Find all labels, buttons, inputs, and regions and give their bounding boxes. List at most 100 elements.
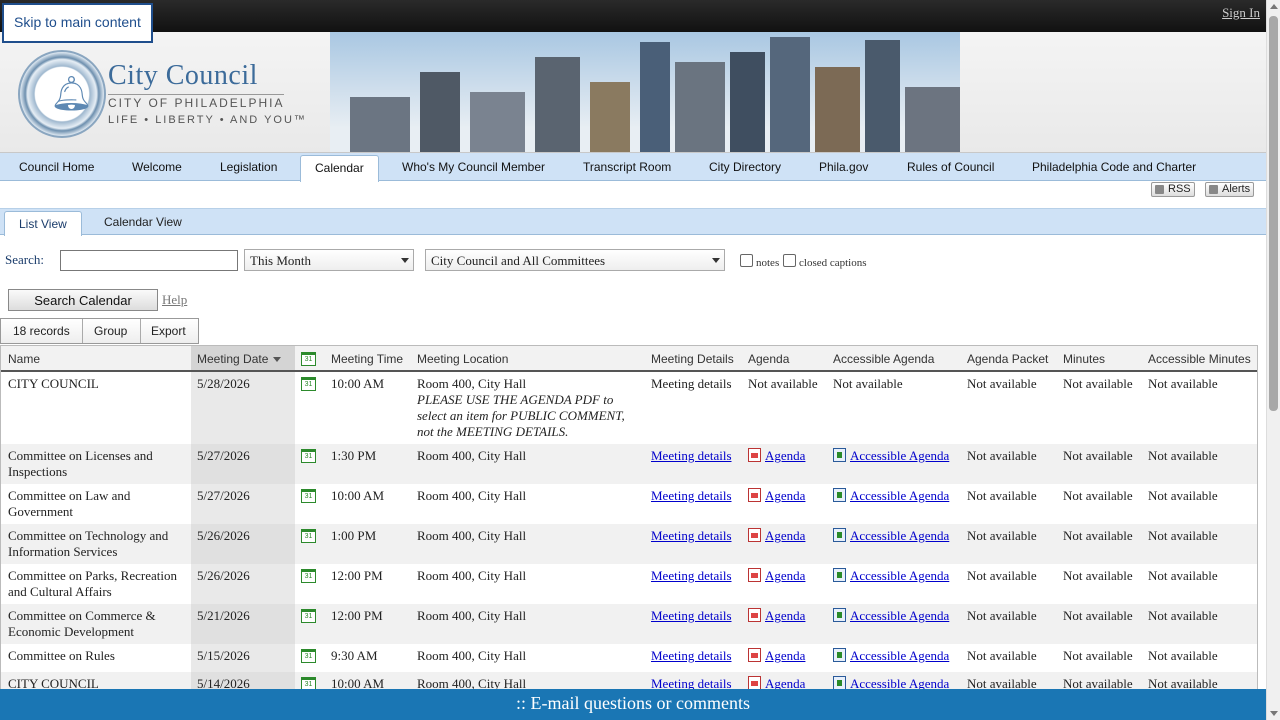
calendar-export-icon[interactable]: 31	[301, 449, 316, 463]
accessible-agenda-link[interactable]: Accessible Agenda	[850, 648, 949, 663]
table-header: Name Meeting Date 31 Meeting Time Meetin…	[1, 346, 1257, 372]
calendar-export-icon[interactable]: 31	[301, 377, 316, 391]
nav-phila-gov[interactable]: Phila.gov	[819, 160, 868, 174]
accessible-agenda-cell: Accessible Agenda	[833, 676, 949, 689]
toolbar-divider	[140, 319, 141, 343]
header-meeting-location[interactable]: Meeting Location	[417, 352, 508, 366]
header-minutes[interactable]: Minutes	[1063, 352, 1105, 366]
meeting-details-link[interactable]: Meeting details	[651, 648, 732, 664]
meeting-location: Room 400, City Hall	[417, 448, 527, 463]
accessible-agenda-cell: Accessible Agenda	[833, 608, 949, 624]
calendar-export-icon[interactable]: 31	[301, 649, 316, 663]
accessible-agenda-link[interactable]: Accessible Agenda	[850, 528, 949, 543]
accessible-document-icon	[833, 648, 846, 662]
meeting-date: 5/26/2026	[197, 528, 250, 543]
header-meeting-date[interactable]: Meeting Date	[197, 352, 282, 366]
city-skyline-image	[330, 32, 960, 152]
liberty-bell-seal-icon: 🔔︎	[18, 50, 106, 138]
closed-captions-checkbox[interactable]	[783, 254, 796, 267]
agenda-link[interactable]: Agenda	[765, 528, 805, 543]
email-feedback-link[interactable]: :: E-mail questions or comments	[516, 693, 750, 713]
agenda-link[interactable]: Agenda	[765, 448, 805, 463]
accessible-agenda-status: Not available	[833, 376, 903, 391]
nav-legislation[interactable]: Legislation	[220, 160, 277, 174]
table-row: Committee on Rules 5/15/2026 31 9:30 AM …	[1, 644, 1257, 672]
logo-subtitle: CITY OF PHILADELPHIA	[108, 94, 285, 110]
header-accessible-agenda[interactable]: Accessible Agenda	[833, 352, 934, 366]
meeting-details-link[interactable]: Meeting details	[651, 528, 732, 544]
header-meeting-date-label: Meeting Date	[197, 352, 269, 366]
agenda-link[interactable]: Agenda	[765, 568, 805, 583]
agenda-packet-status: Not available	[967, 568, 1037, 583]
nav-council-home[interactable]: Council Home	[19, 160, 94, 174]
nav-city-directory[interactable]: City Directory	[709, 160, 781, 174]
meeting-details-link[interactable]: Meeting details	[651, 568, 732, 584]
meeting-time: 12:00 PM	[331, 568, 383, 583]
header-agenda[interactable]: Agenda	[748, 352, 789, 366]
scroll-down-icon[interactable]	[1270, 711, 1278, 716]
pdf-icon	[748, 608, 761, 622]
search-input[interactable]	[60, 250, 238, 271]
skip-to-main-link[interactable]: Skip to main content	[2, 3, 153, 43]
body-select[interactable]: City Council and All Committees	[425, 249, 725, 271]
nav-welcome[interactable]: Welcome	[132, 160, 182, 174]
nav-rules-of-council[interactable]: Rules of Council	[907, 160, 994, 174]
search-calendar-button[interactable]: Search Calendar	[8, 289, 158, 311]
page-scrollbar[interactable]	[1266, 0, 1280, 720]
accessible-agenda-link[interactable]: Accessible Agenda	[850, 676, 949, 689]
logo-motto: LIFE • LIBERTY • AND YOU™	[108, 114, 307, 126]
tab-calendar-view[interactable]: Calendar View	[104, 215, 182, 229]
table-row: Committee on Parks, Recreation and Cultu…	[1, 564, 1257, 604]
agenda-link[interactable]: Agenda	[765, 488, 805, 503]
calendar-export-icon[interactable]: 31	[301, 569, 316, 583]
pdf-icon	[748, 648, 761, 662]
meeting-date: 5/27/2026	[197, 488, 250, 503]
help-link[interactable]: Help	[162, 292, 187, 308]
group-button[interactable]: Group	[94, 324, 127, 338]
nav-philadelphia-code[interactable]: Philadelphia Code and Charter	[1032, 160, 1196, 174]
scrollbar-thumb[interactable]	[1269, 16, 1278, 411]
meeting-details-link[interactable]: Meeting details	[651, 448, 732, 464]
nav-calendar[interactable]: Calendar	[300, 155, 379, 182]
nav-whos-my-council-member[interactable]: Who's My Council Member	[402, 160, 545, 174]
meeting-details-link[interactable]: Meeting details	[651, 608, 732, 624]
meeting-name: CITY COUNCIL	[8, 376, 99, 391]
calendar-export-icon[interactable]: 31	[301, 609, 316, 623]
meeting-details-link[interactable]: Meeting details	[651, 488, 732, 504]
agenda-link[interactable]: Agenda	[765, 608, 805, 623]
export-button[interactable]: Export	[151, 324, 186, 338]
minutes-status: Not available	[1063, 376, 1133, 391]
body-select-value: City Council and All Committees	[431, 253, 606, 268]
agenda-link[interactable]: Agenda	[765, 676, 805, 689]
accessible-agenda-link[interactable]: Accessible Agenda	[850, 448, 949, 463]
nav-transcript-room[interactable]: Transcript Room	[583, 160, 671, 174]
accessible-agenda-link[interactable]: Accessible Agenda	[850, 608, 949, 623]
meeting-date: 5/27/2026	[197, 448, 250, 463]
accessible-document-icon	[833, 608, 846, 622]
tab-list-view[interactable]: List View	[4, 211, 82, 236]
accessible-agenda-link[interactable]: Accessible Agenda	[850, 568, 949, 583]
scroll-up-icon[interactable]	[1270, 4, 1278, 9]
header-meeting-details[interactable]: Meeting Details	[651, 352, 734, 366]
rss-button[interactable]: RSS	[1151, 182, 1195, 197]
accessible-minutes-status: Not available	[1148, 488, 1218, 503]
accessible-document-icon	[833, 488, 846, 502]
header-meeting-time[interactable]: Meeting Time	[331, 352, 403, 366]
minutes-status: Not available	[1063, 528, 1133, 543]
calendar-export-icon[interactable]: 31	[301, 529, 316, 543]
period-select[interactable]: This Month	[244, 249, 414, 271]
header-agenda-packet[interactable]: Agenda Packet	[967, 352, 1048, 366]
pdf-icon	[748, 528, 761, 542]
accessible-minutes-status: Not available	[1148, 648, 1218, 663]
pdf-icon	[748, 448, 761, 462]
alerts-button[interactable]: Alerts	[1205, 182, 1255, 197]
agenda-link[interactable]: Agenda	[765, 648, 805, 663]
calendar-export-icon[interactable]: 31	[301, 489, 316, 503]
header-accessible-minutes[interactable]: Accessible Minutes	[1148, 352, 1251, 366]
header-name[interactable]: Name	[8, 352, 40, 366]
meeting-details-link[interactable]: Meeting details	[651, 676, 732, 689]
email-feedback-bar[interactable]: :: E-mail questions or comments	[0, 689, 1266, 720]
sign-in-link[interactable]: Sign In	[1222, 5, 1260, 21]
accessible-agenda-link[interactable]: Accessible Agenda	[850, 488, 949, 503]
notes-checkbox[interactable]	[740, 254, 753, 267]
